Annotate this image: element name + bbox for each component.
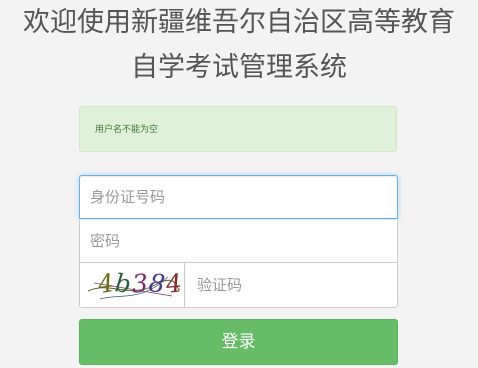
login-button[interactable]: 登录 [79,319,398,365]
password-input[interactable] [79,220,398,263]
captcha-row: 4b384 [79,263,398,308]
captcha-input[interactable] [185,263,397,307]
captcha-text: 4b384 [96,268,185,299]
captcha-char: 4 [164,268,185,299]
page-title-line2: 自学考试管理系统 [131,52,347,83]
error-alert: 用户名不能为空 [79,106,397,152]
page-title-line1: 欢迎使用新疆维吾尔自治区高等教育 [23,7,455,38]
captcha-image[interactable]: 4b384 [80,263,185,307]
id-number-input[interactable] [79,175,398,219]
